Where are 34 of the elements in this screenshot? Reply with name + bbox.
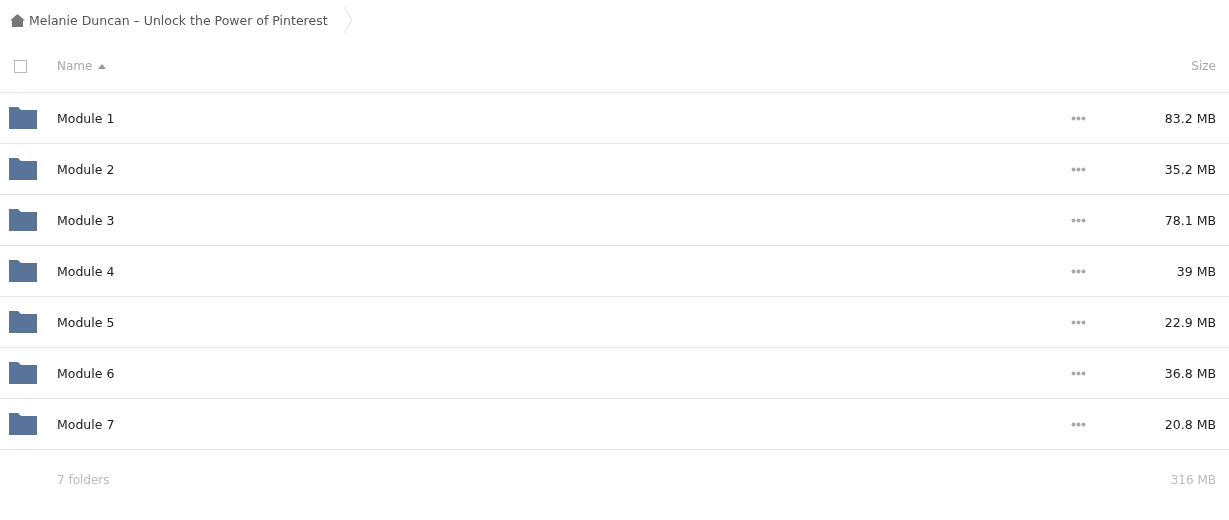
total-size: 316 MB bbox=[1169, 473, 1217, 487]
more-icon[interactable] bbox=[1071, 217, 1086, 223]
more-icon[interactable] bbox=[1071, 115, 1086, 121]
folder-name[interactable]: Module 6 bbox=[57, 365, 115, 381]
more-icon[interactable] bbox=[1071, 319, 1086, 325]
chevron-icon bbox=[341, 6, 354, 34]
folder-icon bbox=[8, 209, 37, 231]
folder-name[interactable]: Module 4 bbox=[57, 263, 115, 279]
folder-size: 83.2 MB bbox=[1163, 110, 1217, 126]
folder-name[interactable]: Module 5 bbox=[57, 314, 115, 330]
folder-icon bbox=[8, 107, 37, 129]
more-icon[interactable] bbox=[1071, 166, 1086, 172]
folder-icon bbox=[8, 158, 37, 180]
select-all-checkbox[interactable] bbox=[14, 59, 27, 73]
folder-size: 35.2 MB bbox=[1163, 161, 1217, 177]
folder-size: 36.8 MB bbox=[1163, 365, 1217, 381]
folder-size: 39 MB bbox=[1175, 263, 1217, 279]
breadcrumb-title[interactable]: Melanie Duncan – Unlock the Power of Pinterest bbox=[29, 12, 328, 28]
folder-size: 78.1 MB bbox=[1163, 212, 1217, 228]
folder-icon bbox=[8, 260, 37, 282]
folder-icon bbox=[8, 413, 37, 435]
folder-name[interactable]: Module 3 bbox=[57, 212, 115, 228]
folder-size: 20.8 MB bbox=[1163, 416, 1217, 432]
folder-size: 22.9 MB bbox=[1163, 314, 1217, 330]
more-icon[interactable] bbox=[1071, 421, 1086, 427]
folder-name[interactable]: Module 7 bbox=[57, 416, 115, 432]
folder-name[interactable]: Module 1 bbox=[57, 110, 115, 126]
folder-icon bbox=[8, 311, 37, 333]
more-icon[interactable] bbox=[1071, 268, 1086, 274]
home-icon[interactable] bbox=[10, 13, 25, 27]
folder-icon bbox=[8, 362, 37, 384]
folder-name[interactable]: Module 2 bbox=[57, 161, 115, 177]
more-icon[interactable] bbox=[1071, 370, 1086, 376]
folder-count: 7 folders bbox=[57, 473, 110, 487]
